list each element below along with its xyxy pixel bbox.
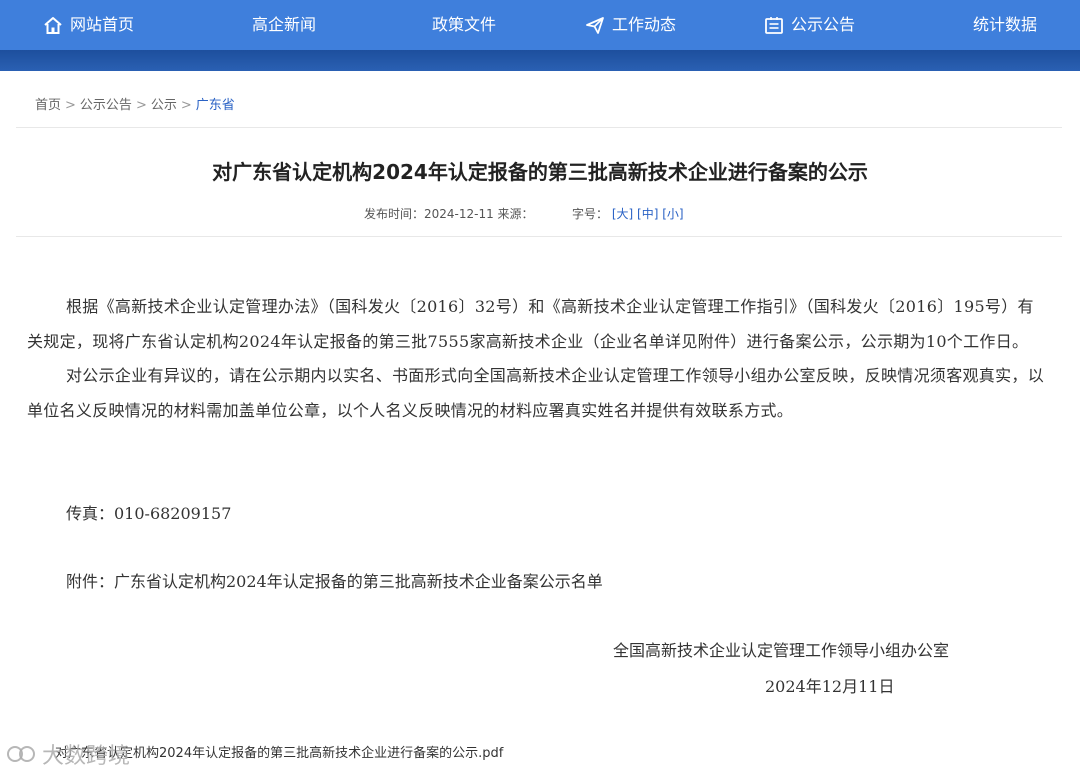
- font-size-medium-button[interactable]: [中]: [637, 207, 658, 221]
- breadcrumb-separator: >: [65, 98, 76, 113]
- paragraph: 根据《高新技术企业认定管理办法》（国科发火〔2016〕32号）和《高新技术企业认…: [27, 297, 1034, 351]
- nav-statistics[interactable]: 统计数据: [973, 0, 1037, 50]
- divider: [16, 236, 1062, 237]
- nav-statistics-label: 统计数据: [973, 15, 1038, 34]
- font-size-small-button[interactable]: [小]: [662, 207, 683, 221]
- breadcrumb: 首页 > 公示公告 > 公示 > 广东省: [35, 94, 235, 113]
- breadcrumb-current[interactable]: 广东省: [196, 98, 235, 113]
- publish-info: 发布时间：2024-12-11 来源：: [364, 207, 534, 221]
- nav-policy-label: 政策文件: [432, 15, 497, 34]
- top-navigation: 网站首页 高企新闻 政策文件 工作动态 公示公告 统计数据: [0, 0, 1080, 50]
- signature-date: 2024年12月11日: [765, 677, 895, 696]
- watermark-text: 大数跨境: [42, 744, 131, 769]
- font-size-large-button[interactable]: [大]: [612, 207, 633, 221]
- nav-home-label: 网站首页: [70, 15, 135, 34]
- paragraph: 对公示企业有异议的，请在公示期内以实名、书面形式向全国高新技术企业认定管理工作领…: [27, 366, 1045, 420]
- breadcrumb-publicity[interactable]: 公示: [151, 98, 177, 113]
- nav-news-label: 高企新闻: [252, 15, 317, 34]
- home-icon: [44, 16, 62, 34]
- notice-icon: [765, 16, 783, 34]
- nav-policy[interactable]: 政策文件: [432, 0, 496, 50]
- font-size-label: 字号：: [572, 207, 609, 221]
- font-size-controls: 字号： [大] [中] [小]: [572, 205, 684, 222]
- article-body: 根据《高新技术企业认定管理办法》（国科发火〔2016〕32号）和《高新技术企业认…: [27, 290, 1047, 428]
- nav-notices-label: 公示公告: [791, 15, 856, 34]
- header-banner-band: [0, 50, 1080, 71]
- article-title: 对广东省认定机构2024年认定报备的第三批高新技术企业进行备案的公示: [212, 160, 868, 184]
- nav-work-updates-label: 工作动态: [612, 15, 677, 34]
- divider: [16, 127, 1062, 128]
- send-icon: [586, 16, 604, 34]
- attachment-line: 附件：广东省认定机构2024年认定报备的第三批高新技术企业备案公示名单: [66, 572, 603, 591]
- nav-home[interactable]: 网站首页: [43, 0, 134, 50]
- fax-number: 传真：010-68209157: [66, 504, 232, 523]
- breadcrumb-separator: >: [180, 98, 192, 113]
- nav-notices[interactable]: 公示公告: [764, 0, 855, 50]
- breadcrumb-home[interactable]: 首页: [35, 98, 61, 113]
- breadcrumb-separator: >: [135, 98, 147, 113]
- nav-work-updates[interactable]: 工作动态: [585, 0, 676, 50]
- signature-organization: 全国高新技术企业认定管理工作领导小组办公室: [613, 641, 950, 660]
- breadcrumb-notices[interactable]: 公示公告: [80, 98, 132, 113]
- watermark: 大数跨境: [6, 738, 130, 770]
- watermark-logo-icon: [7, 746, 35, 762]
- nav-news[interactable]: 高企新闻: [252, 0, 316, 50]
